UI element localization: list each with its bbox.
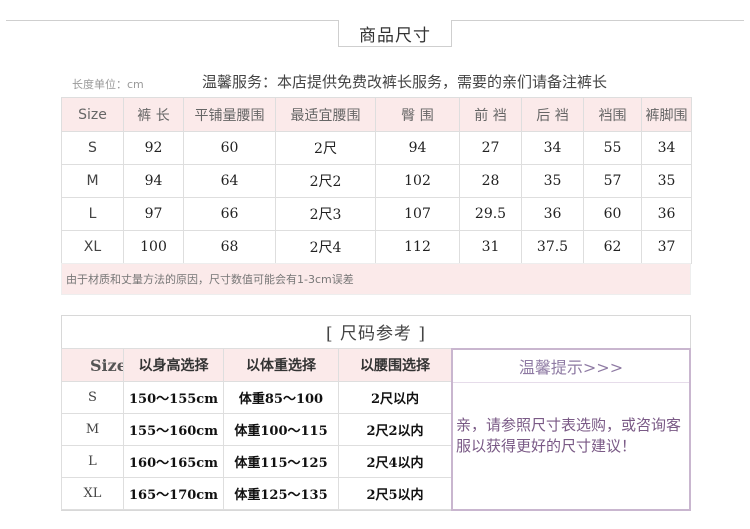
table-cell: 2尺3	[275, 197, 376, 231]
table-cell: 29.5	[459, 197, 522, 231]
table-row: XL 165～170cm 体重125～135 2尺5以内	[61, 477, 452, 510]
table-row: S 150～155cm 体重85～100 2尺以内	[61, 381, 452, 414]
table-row: S 92 60 2尺 94 27 34 55 34	[61, 131, 692, 165]
size-cell: L	[61, 445, 124, 478]
col-header-size: Size	[61, 97, 124, 132]
size-cell: S	[61, 131, 124, 165]
table-row: M 155～160cm 体重100～115 2尺2以内	[61, 413, 452, 446]
size-cell: S	[61, 381, 124, 414]
table-cell: 150～155cm	[123, 381, 224, 414]
size-cell: L	[61, 197, 124, 231]
table-cell: 28	[459, 164, 522, 198]
col-header-back-rise: 后 裆	[521, 97, 584, 132]
table-cell: 2尺	[275, 131, 376, 165]
table-cell: 2尺4	[275, 230, 376, 264]
table-cell: 62	[583, 230, 642, 264]
table-cell: 体重115～125	[223, 445, 339, 478]
table-cell: 112	[375, 230, 460, 264]
table-cell: 31	[459, 230, 522, 264]
table-cell: 160～165cm	[123, 445, 224, 478]
ref-col-header-height: 以身高选择	[123, 348, 224, 382]
col-header-crotch: 裆围	[583, 97, 642, 132]
size-table: Size 裤 长 平铺量腰围 最适宜腰围 臀 围 前 裆 后 裆 裆围 裤脚围 …	[61, 97, 692, 264]
table-cell: 2尺2	[275, 164, 376, 198]
table-row: L 160～165cm 体重115～125 2尺4以内	[61, 445, 452, 478]
col-header-hem: 裤脚围	[641, 97, 692, 132]
size-cell: M	[61, 413, 124, 446]
table-cell: 60	[183, 131, 276, 165]
table-row: M 94 64 2尺2 102 28 35 57 35	[61, 164, 692, 198]
table-cell: 92	[123, 131, 184, 165]
table-cell: 37.5	[521, 230, 584, 264]
table-cell: 60	[583, 197, 642, 231]
col-header-flat-waist: 平铺量腰围	[183, 97, 276, 132]
size-reference-table: Size 以身高选择 以体重选择 以腰围选择 S 150～155cm 体重85～…	[61, 348, 452, 510]
col-header-front-rise: 前 裆	[459, 97, 522, 132]
table-row: XL 100 68 2尺4 112 31 37.5 62 37	[61, 230, 692, 264]
tips-box: 温馨提示>>> 亲，请参照尺寸表选购，或咨询客服以获得更好的尺寸建议！	[451, 348, 691, 511]
table-cell: 36	[641, 197, 692, 231]
table-cell: 102	[375, 164, 460, 198]
table-cell: 2尺以内	[338, 381, 452, 414]
page-title: 商品尺寸	[338, 20, 452, 47]
col-header-hip: 臀 围	[375, 97, 460, 132]
table-cell: 27	[459, 131, 522, 165]
table-cell: 37	[641, 230, 692, 264]
table-cell: 2尺5以内	[338, 477, 452, 510]
table-cell: 94	[375, 131, 460, 165]
col-header-fit-waist: 最适宜腰围	[275, 97, 376, 132]
table-cell: 2尺4以内	[338, 445, 452, 478]
table-cell: 94	[123, 164, 184, 198]
size-cell: M	[61, 164, 124, 198]
table-cell: 57	[583, 164, 642, 198]
table-cell: 体重125～135	[223, 477, 339, 510]
table-cell: 100	[123, 230, 184, 264]
table-cell: 55	[583, 131, 642, 165]
table-cell: 165～170cm	[123, 477, 224, 510]
table-cell: 35	[521, 164, 584, 198]
size-cell: XL	[61, 477, 124, 510]
table-cell: 97	[123, 197, 184, 231]
measurement-footnote: 由于材质和丈量方法的原因，尺寸数值可能会有1-3cm误差	[61, 263, 691, 295]
size-table-header: Size 裤 长 平铺量腰围 最适宜腰围 臀 围 前 裆 后 裆 裆围 裤脚围	[61, 97, 692, 132]
table-cell: 34	[641, 131, 692, 165]
ref-col-header-weight: 以体重选择	[223, 348, 339, 382]
table-cell: 155～160cm	[123, 413, 224, 446]
table-cell: 2尺2以内	[338, 413, 452, 446]
tips-body: 亲，请参照尺寸表选购，或咨询客服以获得更好的尺寸建议！	[456, 416, 682, 455]
ref-col-header-waist: 以腰围选择	[338, 348, 452, 382]
table-cell: 体重85～100	[223, 381, 339, 414]
table-cell: 68	[183, 230, 276, 264]
service-note: 温馨服务：本店提供免费改裤长服务，需要的亲们请备注裤长	[202, 73, 608, 91]
reference-table-header: Size 以身高选择 以体重选择 以腰围选择	[61, 348, 452, 382]
size-reference-title: [ 尺码参考 ]	[325, 324, 427, 344]
unit-note: 长度单位：cm	[72, 78, 144, 91]
table-cell: 107	[375, 197, 460, 231]
table-cell: 66	[183, 197, 276, 231]
tips-title: 温馨提示>>>	[453, 350, 689, 383]
size-cell: XL	[61, 230, 124, 264]
ref-col-header-size: Size	[61, 348, 124, 382]
table-cell: 36	[521, 197, 584, 231]
col-header-length: 裤 长	[123, 97, 184, 132]
table-cell: 体重100～115	[223, 413, 339, 446]
table-cell: 35	[641, 164, 692, 198]
table-row: L 97 66 2尺3 107 29.5 36 60 36	[61, 197, 692, 231]
table-cell: 64	[183, 164, 276, 198]
table-cell: 34	[521, 131, 584, 165]
